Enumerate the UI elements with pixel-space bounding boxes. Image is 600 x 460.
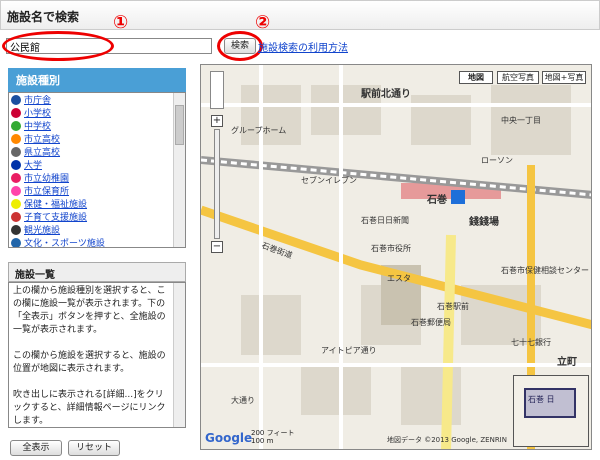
map-label: エスタ	[387, 274, 411, 283]
category-icon	[11, 224, 21, 235]
category-label: 保健・福祉施設	[24, 200, 88, 210]
category-icon	[11, 211, 21, 222]
category-icon	[11, 198, 21, 209]
facility-list[interactable]: 上の欄から施設種別を選択すると、この欄に施設一覧が表示されます。下の「全表示」ボ…	[8, 282, 186, 428]
category-item[interactable]: 観光施設	[9, 223, 185, 236]
category-item[interactable]: 中学校	[9, 119, 185, 132]
zoom-slider[interactable]	[214, 129, 220, 239]
category-label: 市立保育所	[24, 187, 70, 197]
zoom-in-button[interactable]: +	[211, 115, 223, 127]
map-label: 錢錢場	[469, 217, 499, 228]
category-item[interactable]: 小学校	[9, 106, 185, 119]
category-label: 大学	[24, 161, 43, 171]
map-label: 石巻駅前	[437, 302, 469, 311]
map-label: 石巻	[427, 195, 447, 206]
category-icon	[11, 146, 21, 157]
category-label: 子育て支援施設	[24, 213, 88, 223]
category-icon	[11, 107, 21, 118]
category-item[interactable]: 保健・福祉施設	[9, 197, 185, 210]
facility-help-text: 上の欄から施設種別を選択すると、この欄に施設一覧が表示されます。下の「全表示」ボ…	[13, 286, 166, 335]
category-icon	[11, 94, 21, 105]
zoom-out-button[interactable]: −	[211, 241, 223, 253]
map-scale: 200 フィート 100 m	[251, 429, 295, 445]
facility-help-text: この欄から施設を選択すると、施設の位置が地図に表示されます。	[13, 351, 166, 374]
category-item[interactable]: 市立保育所	[9, 184, 185, 197]
map-label: ローソン	[481, 156, 513, 165]
category-label: 中学校	[24, 122, 52, 132]
category-item[interactable]: 文化・スポーツ施設	[9, 236, 185, 248]
category-label: 市立高校	[24, 135, 61, 145]
category-item[interactable]: 市庁舎	[9, 93, 185, 106]
map-label: 大通り	[231, 396, 255, 405]
map-copyright: 地図データ ©2013 Google, ZENRIN	[386, 436, 507, 444]
map-view[interactable]: + − 地図 航空写真 地図+写真 駅前北通り 中央一丁目 石巻 錢錢場 石巻市…	[200, 64, 592, 450]
category-list-scrollbar[interactable]	[173, 93, 185, 247]
minimap-label: 石巻 日	[528, 395, 555, 404]
map-label: 七十七銀行	[511, 338, 551, 347]
category-panel-title: 施設種別	[8, 68, 186, 92]
category-item[interactable]: 県立高校	[9, 145, 185, 158]
category-item[interactable]: 市立高校	[9, 132, 185, 145]
category-label: 市立幼稚園	[24, 174, 70, 184]
maptype-map[interactable]: 地図	[459, 71, 493, 84]
facility-list-scrollbar[interactable]	[173, 283, 185, 427]
category-icon	[11, 172, 21, 183]
maptype-hybrid[interactable]: 地図+写真	[542, 71, 586, 84]
facility-help-text: 吹き出しに表示される[詳細...]をクリックすると、詳細情報ページにリンクします…	[13, 390, 166, 426]
category-label: 県立高校	[24, 148, 61, 158]
annotation-ellipse-2	[217, 31, 263, 61]
map-label: 駅前北通り	[361, 89, 411, 100]
map-label: 石巻郵便局	[411, 318, 451, 327]
help-link[interactable]: 施設検索の利用方法	[258, 39, 348, 54]
map-label: 中央一丁目	[501, 116, 541, 125]
map-nav-control[interactable]: + −	[207, 71, 229, 257]
map-label: グループホーム	[231, 126, 287, 135]
category-item[interactable]: 子育て支援施設	[9, 210, 185, 223]
annotation-number-2: ②	[255, 12, 271, 33]
reset-button[interactable]: リセット	[68, 440, 120, 456]
category-icon	[11, 237, 21, 247]
annotation-number-1: ①	[113, 12, 129, 33]
category-item[interactable]: 大学	[9, 158, 185, 171]
category-list[interactable]: 市庁舎小学校中学校市立高校県立高校大学市立幼稚園市立保育所保健・福祉施設 子育て支…	[8, 92, 186, 248]
category-icon	[11, 133, 21, 144]
category-icon	[11, 185, 21, 196]
google-logo: Google	[205, 431, 253, 445]
category-icon	[11, 159, 21, 170]
map-label: 石巻市保健相談センター	[501, 266, 589, 275]
map-label: セブンイレブン	[301, 176, 357, 185]
category-label: 市庁舎	[24, 96, 52, 106]
map-label: 石巻日日新聞	[361, 216, 409, 225]
page-title: 施設名で検索	[7, 10, 80, 24]
category-icon	[11, 120, 21, 131]
map-label: 石巻市役所	[371, 244, 411, 253]
category-label: 文化・スポーツ施設	[24, 239, 105, 248]
annotation-ellipse-1	[2, 31, 114, 61]
maptype-satellite[interactable]: 航空写真	[497, 71, 539, 84]
category-label: 観光施設	[24, 226, 61, 236]
map-label: アイトピア通り	[321, 346, 377, 355]
category-label: 小学校	[24, 109, 52, 119]
page-header: 施設名で検索	[0, 0, 600, 30]
show-all-button[interactable]: 全表示	[10, 440, 62, 456]
map-label: 立町	[557, 357, 577, 368]
overview-minimap[interactable]: 石巻 日	[513, 375, 589, 447]
category-item[interactable]: 市立幼稚園	[9, 171, 185, 184]
facility-panel-title: 施設一覧	[8, 262, 186, 282]
